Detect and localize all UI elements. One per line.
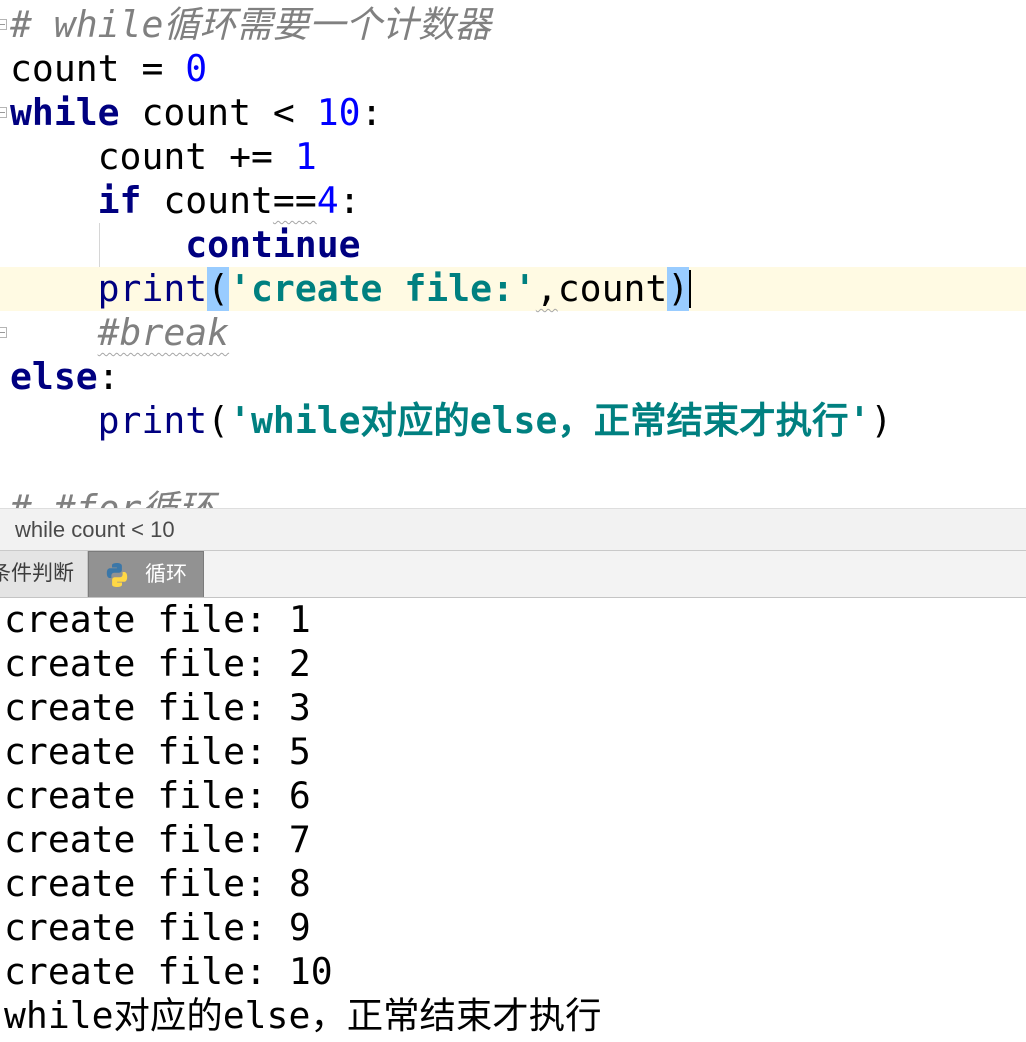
console-output-line: create file: 8 bbox=[4, 862, 311, 905]
code-line[interactable]: # while循环需要一个计数器 bbox=[0, 3, 1026, 47]
fold-marker-icon[interactable] bbox=[0, 107, 7, 118]
code-line[interactable]: else : bbox=[0, 355, 1026, 399]
console-output-line: create file: 9 bbox=[4, 906, 311, 949]
code-text: count += bbox=[97, 135, 295, 178]
code-line-empty[interactable] bbox=[0, 443, 1026, 487]
code-line[interactable]: # #for循环 bbox=[0, 487, 1026, 508]
builtin-print: print bbox=[97, 267, 208, 310]
number-literal: 4 bbox=[316, 179, 339, 222]
console-output-line: create file: 7 bbox=[4, 818, 311, 861]
comment: # #for循环 bbox=[10, 487, 214, 508]
comment: # while循环需要一个计数器 bbox=[10, 3, 491, 46]
comment: #break bbox=[97, 311, 230, 354]
console-output-line: create file: 1 bbox=[4, 598, 311, 641]
code-editor[interactable]: # while循环需要一个计数器 count = 0 while count <… bbox=[0, 0, 1026, 508]
breadcrumb: while count < 10 bbox=[0, 508, 1026, 551]
code-line[interactable]: print ( 'while对应的else，正常结束才执行' ) bbox=[0, 399, 1026, 443]
code-line[interactable]: continue bbox=[0, 223, 1026, 267]
python-icon bbox=[104, 562, 130, 588]
equality-operator: == bbox=[272, 179, 317, 222]
keyword-if: if bbox=[97, 179, 142, 222]
code-line[interactable]: while count < 10 : bbox=[0, 91, 1026, 135]
colon: : bbox=[97, 355, 120, 398]
string-literal: 'create file:' bbox=[229, 267, 536, 310]
builtin-print: print bbox=[97, 399, 208, 442]
string-literal: 'while对应的else，正常结束才执行' bbox=[229, 399, 871, 442]
code-text: count bbox=[141, 179, 273, 222]
colon: : bbox=[360, 91, 383, 134]
close-paren: ) bbox=[870, 399, 893, 442]
code-text: count bbox=[557, 267, 668, 310]
tab-label: 条件判断 bbox=[0, 562, 74, 585]
code-line[interactable]: count += 1 bbox=[0, 135, 1026, 179]
keyword-else: else bbox=[10, 355, 98, 398]
comma: , bbox=[535, 267, 558, 310]
console-output-line: create file: 5 bbox=[4, 730, 311, 773]
number-literal: 1 bbox=[294, 135, 317, 178]
console-output-line: while对应的else，正常结束才执行 bbox=[4, 994, 602, 1037]
number-literal: 10 bbox=[316, 91, 361, 134]
open-paren: ( bbox=[207, 399, 230, 442]
number-literal: 0 bbox=[185, 47, 208, 90]
code-line[interactable]: if count == 4 : bbox=[0, 179, 1026, 223]
run-tab-loop[interactable]: 循环 bbox=[88, 551, 204, 597]
open-paren-match: ( bbox=[207, 267, 230, 311]
fold-marker-icon[interactable] bbox=[0, 327, 7, 338]
keyword-while: while bbox=[10, 91, 120, 134]
console-output-line: create file: 6 bbox=[4, 774, 311, 817]
text-cursor bbox=[689, 270, 692, 308]
run-tab-conditions[interactable]: 条件判断 bbox=[0, 551, 88, 597]
code-lines[interactable]: # while循环需要一个计数器 count = 0 while count <… bbox=[0, 3, 1026, 508]
current-code-line[interactable]: print ( 'create file:' , count ) bbox=[0, 267, 1026, 311]
console-output-line: create file: 10 bbox=[4, 950, 333, 993]
code-text: count < bbox=[119, 91, 317, 134]
console-output-line: create file: 3 bbox=[4, 686, 311, 729]
run-console[interactable]: create file: 1 create file: 2 create fil… bbox=[0, 598, 1026, 1042]
keyword-continue: continue bbox=[185, 223, 361, 266]
code-line[interactable]: #break bbox=[0, 311, 1026, 355]
tab-label: 循环 bbox=[145, 563, 187, 586]
fold-marker-icon[interactable] bbox=[0, 19, 7, 30]
console-output-line: create file: 2 bbox=[4, 642, 311, 685]
code-line[interactable]: count = 0 bbox=[0, 47, 1026, 91]
close-paren-match: ) bbox=[667, 267, 690, 311]
code-text: count = bbox=[10, 47, 186, 90]
colon: : bbox=[338, 179, 361, 222]
run-tab-bar: 条件判断 循环 bbox=[0, 551, 1026, 598]
breadcrumb-item[interactable]: while count < 10 bbox=[15, 509, 175, 550]
